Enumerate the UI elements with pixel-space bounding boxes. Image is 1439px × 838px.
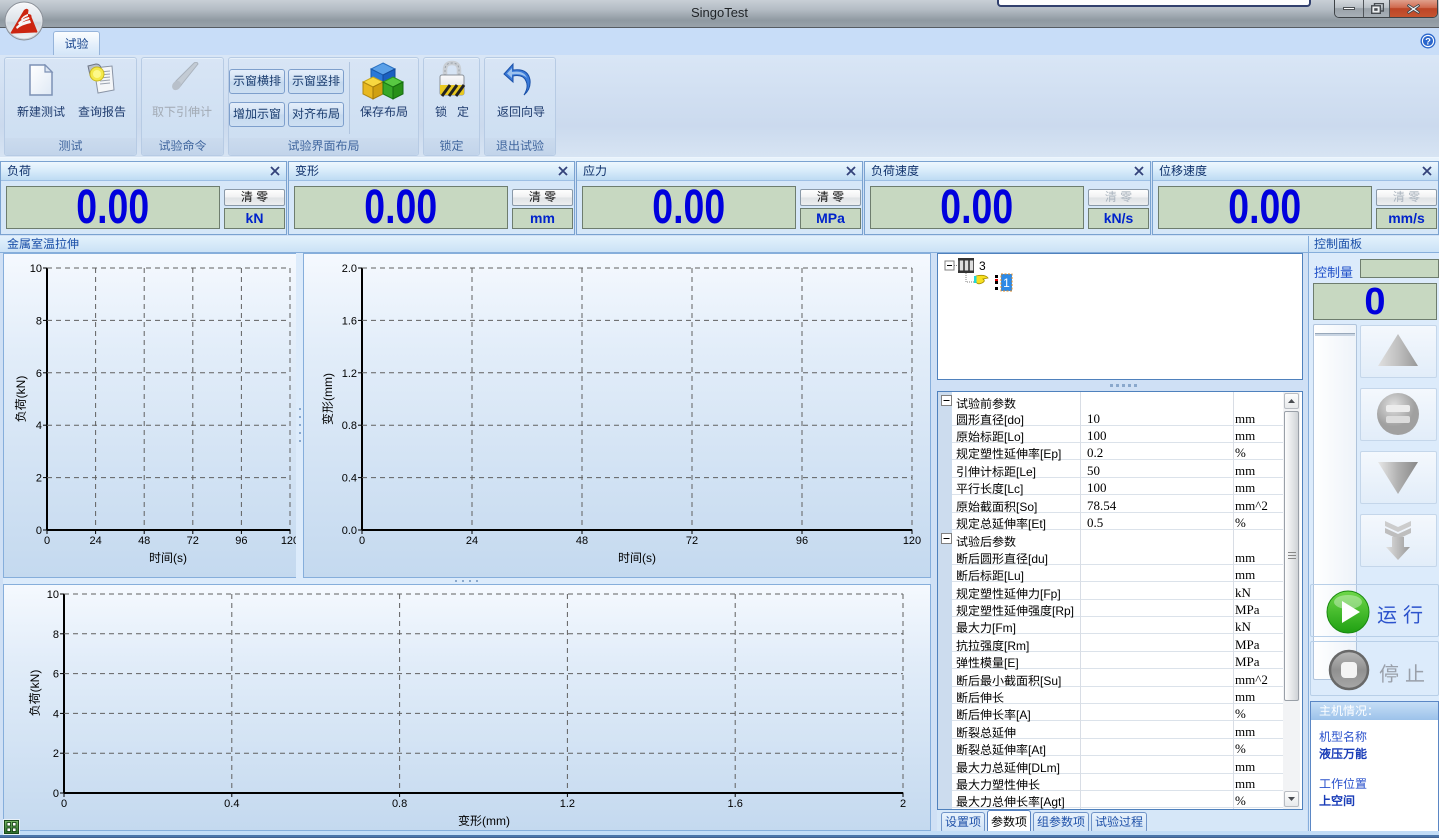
svg-text:2: 2 (900, 798, 906, 810)
svg-text:6: 6 (36, 368, 42, 380)
svg-text:负荷(kN): 负荷(kN) (28, 670, 42, 717)
svg-text:96: 96 (235, 535, 247, 547)
svg-text:0.4: 0.4 (224, 798, 239, 810)
svg-text:0: 0 (359, 535, 365, 547)
svg-text:120: 120 (903, 535, 921, 547)
svg-text:10: 10 (30, 263, 42, 275)
svg-text:时间(s): 时间(s) (618, 551, 656, 565)
svg-text:24: 24 (466, 535, 478, 547)
svg-text:120: 120 (281, 535, 296, 547)
svg-text:1.6: 1.6 (342, 315, 357, 327)
svg-text:4: 4 (53, 708, 59, 720)
svg-text:0.8: 0.8 (392, 798, 407, 810)
svg-text:72: 72 (686, 535, 698, 547)
svg-text:2: 2 (53, 748, 59, 760)
svg-text:变形(mm): 变形(mm) (321, 373, 335, 425)
svg-text:48: 48 (576, 535, 588, 547)
svg-text:72: 72 (187, 535, 199, 547)
svg-text:8: 8 (36, 315, 42, 327)
svg-text:0.4: 0.4 (342, 473, 357, 485)
svg-text:1.2: 1.2 (560, 798, 575, 810)
svg-text:10: 10 (47, 589, 59, 601)
svg-text:2.0: 2.0 (342, 263, 357, 275)
svg-text:负荷(kN): 负荷(kN) (14, 376, 28, 423)
svg-text:8: 8 (53, 629, 59, 641)
svg-text:0: 0 (53, 788, 59, 800)
svg-text:96: 96 (796, 535, 808, 547)
svg-text:0: 0 (61, 798, 67, 810)
svg-text:1.6: 1.6 (728, 798, 743, 810)
svg-text:变形(mm): 变形(mm) (458, 814, 510, 828)
svg-text:时间(s): 时间(s) (149, 551, 187, 565)
svg-text:2: 2 (36, 473, 42, 485)
svg-text:4: 4 (36, 420, 42, 432)
svg-text:1: 1 (1003, 276, 1010, 290)
svg-text:48: 48 (138, 535, 150, 547)
svg-text:0.8: 0.8 (342, 420, 357, 432)
svg-text:6: 6 (53, 669, 59, 681)
svg-text:24: 24 (89, 535, 101, 547)
svg-text:3: 3 (979, 259, 986, 273)
svg-text:0.0: 0.0 (342, 525, 357, 537)
svg-text:0: 0 (36, 525, 42, 537)
svg-text:1.2: 1.2 (342, 368, 357, 380)
svg-text:?: ? (1425, 37, 1431, 48)
svg-text:0: 0 (44, 535, 50, 547)
